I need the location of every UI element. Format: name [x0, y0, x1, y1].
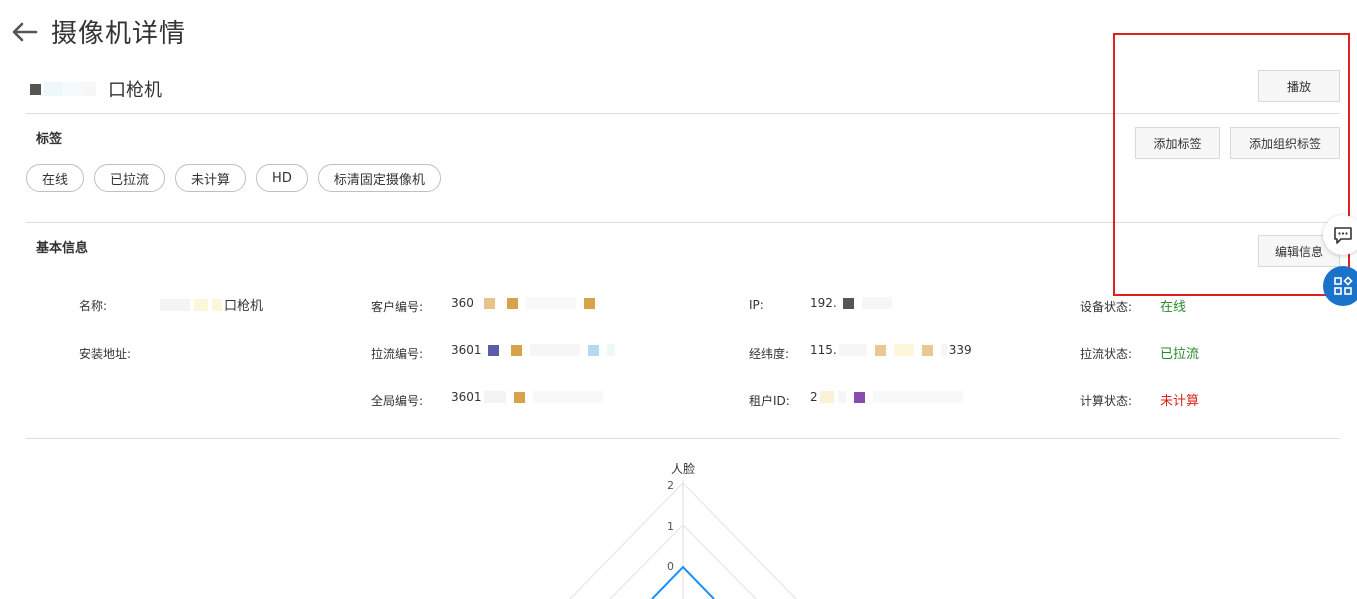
customer-no-label: 客户编号:: [371, 300, 424, 314]
masked-text: [606, 344, 615, 356]
radar-tick-label: 0: [667, 560, 674, 573]
page-title: 摄像机详情: [51, 19, 187, 49]
radar-chart: 人脸 2 1 0: [569, 462, 797, 599]
camera-name: 口枪机: [30, 78, 162, 101]
compute-status-value: 未计算: [1160, 394, 1200, 409]
stream-no-label: 拉流编号:: [371, 347, 424, 361]
global-no-text: 3601: [451, 390, 482, 404]
device-status-label: 设备状态:: [1080, 300, 1133, 314]
masked-text: [487, 344, 499, 356]
add-tag-button[interactable]: 添加标签: [1135, 127, 1220, 159]
masked-text: [819, 391, 834, 403]
radar-tick-label: 1: [667, 520, 674, 533]
address-label: 安装地址:: [79, 347, 132, 361]
apps-icon: [1334, 276, 1353, 295]
tag-chip[interactable]: 已拉流: [94, 164, 166, 192]
masked-text: [513, 391, 525, 403]
divider: [26, 222, 1340, 223]
divider: [26, 113, 1340, 114]
customer-no-text: 360: [451, 296, 474, 310]
tag-chip[interactable]: 标清固定摄像机: [317, 164, 441, 192]
radar-axis-label: 人脸: [671, 462, 695, 476]
masked-text: [837, 391, 846, 403]
tenant-text: 2: [810, 390, 818, 404]
masked-text: [82, 82, 96, 96]
lnglat-value: 115. 339: [810, 343, 972, 357]
masked-text: [506, 297, 518, 309]
customer-no-value: 360: [451, 296, 601, 310]
masked-text: [525, 297, 576, 309]
tenant-label: 租户ID:: [749, 394, 790, 408]
lnglat-text: 115.: [810, 343, 837, 357]
global-no-label: 全局编号:: [371, 394, 424, 408]
chat-icon: [1334, 227, 1352, 244]
masked-text: [44, 82, 62, 96]
masked-text: [194, 298, 208, 311]
masked-text: [510, 344, 522, 356]
compute-status-label: 计算状态:: [1080, 394, 1133, 408]
lnglat-text-end: 339: [948, 343, 972, 357]
masked-text: [532, 391, 603, 403]
tags-section-title: 标签: [36, 132, 63, 147]
masked-text: [583, 297, 595, 309]
back-arrow-icon[interactable]: [10, 20, 38, 44]
camera-name-text: 口枪机: [108, 80, 162, 101]
masked-text: [842, 297, 854, 309]
masked-text: [893, 344, 914, 356]
name-value-text: 口枪机: [224, 299, 264, 314]
masked-text: [62, 82, 82, 96]
masked-text: [160, 298, 190, 311]
masked-text: [861, 297, 892, 309]
masked-text: [529, 344, 580, 356]
masked-text: [921, 344, 933, 356]
add-org-tag-button[interactable]: 添加组织标签: [1230, 127, 1340, 159]
masked-text: [30, 83, 41, 95]
masked-text: [483, 297, 495, 309]
masked-text: [838, 344, 867, 356]
divider: [26, 438, 1340, 439]
device-status-value: 在线: [1160, 300, 1187, 315]
radar-tick-label: 2: [667, 479, 674, 492]
stream-status-value: 已拉流: [1160, 347, 1200, 362]
chat-button[interactable]: [1323, 215, 1357, 255]
tag-chip[interactable]: 在线: [26, 164, 85, 192]
stream-status-label: 拉流状态:: [1080, 347, 1133, 361]
ip-value: 192.: [810, 296, 894, 310]
masked-text: [483, 391, 506, 403]
name-value: 口枪机: [158, 295, 263, 314]
tenant-value: 2: [810, 390, 965, 404]
tag-chip[interactable]: 未计算: [175, 164, 247, 192]
stream-no-value: 3601: [451, 343, 617, 357]
basic-info-title: 基本信息: [36, 241, 89, 256]
tag-chip[interactable]: HD: [256, 164, 308, 192]
masked-text: [940, 344, 947, 356]
ip-label: IP:: [749, 298, 764, 312]
masked-text: [853, 391, 865, 403]
tag-list: 在线 已拉流 未计算 HD 标清固定摄像机: [26, 164, 441, 192]
masked-text: [587, 344, 599, 356]
lnglat-label: 经纬度:: [749, 347, 790, 361]
ip-text: 192.: [810, 296, 837, 310]
masked-text: [872, 391, 963, 403]
global-no-value: 3601: [451, 390, 605, 404]
masked-text: [874, 344, 886, 356]
apps-button[interactable]: [1323, 266, 1357, 306]
stream-no-text: 3601: [451, 343, 482, 357]
masked-text: [212, 298, 222, 311]
name-label: 名称:: [79, 299, 108, 313]
play-button[interactable]: 播放: [1258, 70, 1340, 102]
